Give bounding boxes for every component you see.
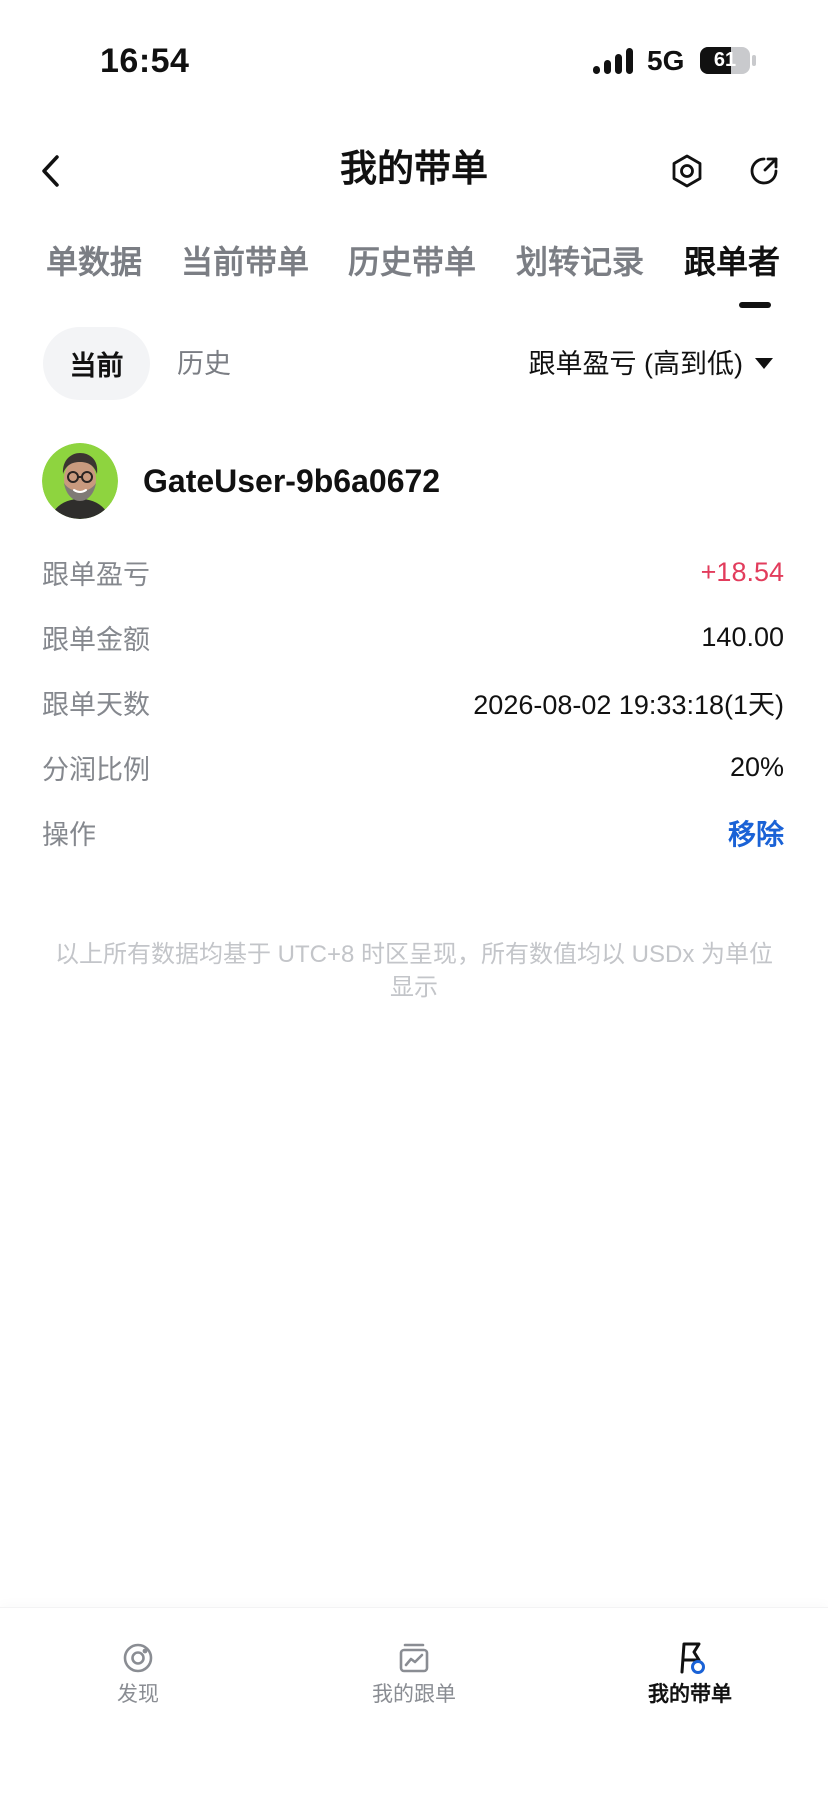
follower-username: GateUser-9b6a0672 xyxy=(143,463,441,499)
action-label: 操作 xyxy=(42,820,96,850)
nav-discover-label: 发现 xyxy=(117,1683,159,1706)
profit-share-value: 20% xyxy=(729,752,784,782)
follower-details: 跟单盈亏 +18.54 跟单金额 140.00 跟单天数 2026-08-02 … xyxy=(42,540,784,865)
lead-trading-icon xyxy=(680,1642,705,1674)
nav-discover[interactable]: 发现 xyxy=(0,1608,276,1797)
hexagon-settings-icon xyxy=(672,154,702,188)
tab-current-lead[interactable]: 当前带单 xyxy=(181,242,309,282)
status-time: 16:54 xyxy=(100,42,190,80)
pnl-value: +18.54 xyxy=(700,557,784,587)
pnl-label: 跟单盈亏 xyxy=(42,560,150,590)
days-label: 跟单天数 xyxy=(42,690,150,720)
nav-my-copy-trading-label: 我的跟单 xyxy=(372,1683,456,1706)
bottom-nav: 发现 我的跟单 我的带单 xyxy=(0,1607,828,1797)
share-icon xyxy=(750,157,778,185)
sort-dropdown[interactable]: 跟单盈亏 (高到低) xyxy=(529,347,773,381)
caret-down-icon xyxy=(755,358,773,369)
subtab-history[interactable]: 历史 xyxy=(177,347,231,381)
copy-trading-icon xyxy=(399,1643,429,1673)
tab-history-lead[interactable]: 历史带单 xyxy=(348,242,476,282)
remove-button[interactable]: 移除 xyxy=(728,813,784,853)
nav-my-copy-trading[interactable]: 我的跟单 xyxy=(276,1608,552,1797)
active-tab-indicator xyxy=(739,302,771,308)
timezone-note: 以上所有数据均基于 UTC+8 时区呈现，所有数值均以 USDx 为单位显示 xyxy=(54,941,774,1001)
amount-label: 跟单金额 xyxy=(42,625,150,655)
battery-nub xyxy=(752,55,756,66)
amount-value: 140.00 xyxy=(701,622,784,652)
discover-icon xyxy=(123,1643,153,1673)
tab-lead-data[interactable]: 单数据 xyxy=(46,242,142,282)
avatar xyxy=(42,443,118,519)
detail-row-pnl: 跟单盈亏 +18.54 xyxy=(42,540,784,605)
nav-my-lead-trading-label: 我的带单 xyxy=(648,1683,732,1706)
profit-share-label: 分润比例 xyxy=(42,755,150,785)
settings-button[interactable] xyxy=(669,153,705,189)
tab-transfer-records[interactable]: 划转记录 xyxy=(516,242,644,282)
detail-row-action: 操作 移除 xyxy=(42,800,784,865)
detail-row-amount: 跟单金额 140.00 xyxy=(42,605,784,670)
detail-row-days: 跟单天数 2026-08-02 19:33:18(1天) xyxy=(42,670,784,735)
share-button[interactable] xyxy=(746,153,782,189)
days-value: 2026-08-02 19:33:18(1天) xyxy=(473,690,784,720)
detail-row-profit-share: 分润比例 20% xyxy=(42,735,784,800)
cellular-signal-icon xyxy=(592,48,636,74)
battery-level: 61 xyxy=(713,49,737,71)
subtab-current-label: 当前 xyxy=(69,351,124,381)
battery-icon: 61 xyxy=(700,47,750,74)
nav-my-lead-trading[interactable]: 我的带单 xyxy=(552,1608,828,1797)
network-type: 5G xyxy=(647,45,685,76)
sort-label: 跟单盈亏 (高到低) xyxy=(528,349,743,379)
tab-followers[interactable]: 跟单者 xyxy=(684,242,780,282)
subtab-current[interactable]: 当前 xyxy=(43,327,150,400)
